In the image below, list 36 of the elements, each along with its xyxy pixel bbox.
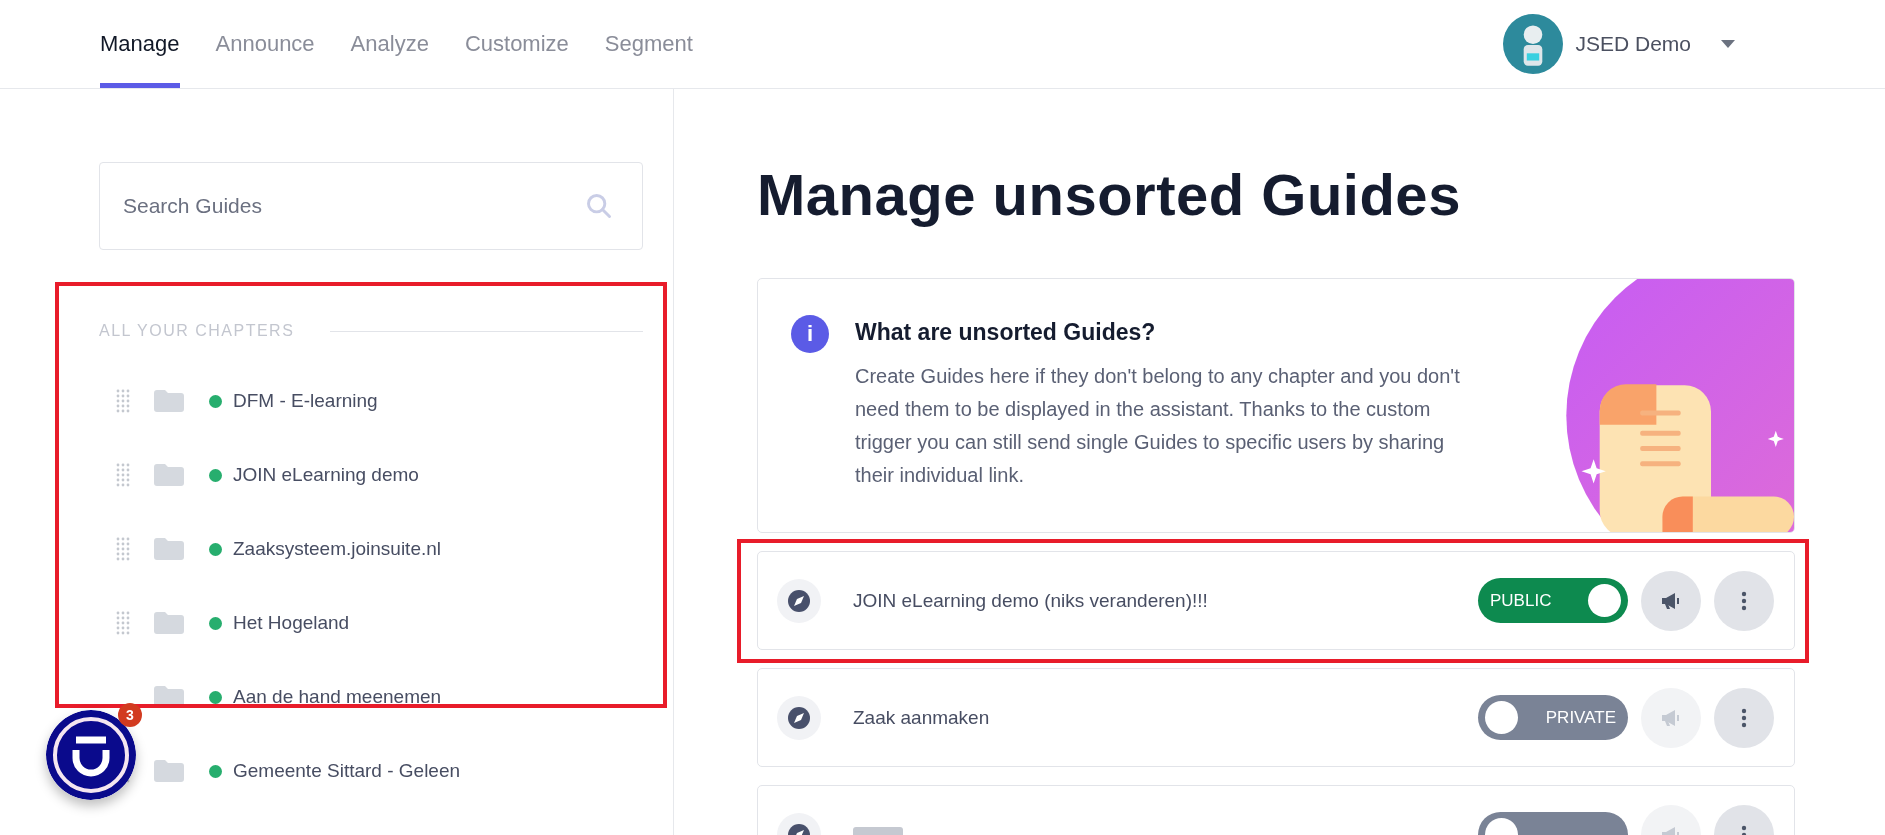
- guide-title[interactable]: Zaak aanmaken: [853, 706, 990, 729]
- chapter-title[interactable]: Gemeente Sittard - Geleen: [233, 760, 461, 782]
- section-title: ALL YOUR CHAPTERS: [99, 322, 295, 340]
- notification-badge: 3: [118, 703, 142, 727]
- folder-icon: [154, 464, 184, 486]
- drag-handle-icon[interactable]: [116, 536, 130, 562]
- caret-icon[interactable]: [1721, 40, 1735, 48]
- folder-icon: [154, 760, 184, 782]
- compass-icon: [777, 695, 821, 740]
- visibility-toggle[interactable]: PRIVATE: [1478, 695, 1628, 740]
- chapter-title[interactable]: JOIN eLearning demo: [233, 464, 419, 486]
- search-field[interactable]: Search Guides: [99, 162, 643, 250]
- help-launcher-icon[interactable]: [46, 710, 136, 800]
- info-icon: i: [791, 315, 829, 353]
- drag-handle-icon[interactable]: [116, 388, 130, 414]
- avatar-icon[interactable]: [1503, 14, 1564, 74]
- more-icon: [1741, 590, 1747, 611]
- visibility-toggle[interactable]: PUBLIC: [1478, 578, 1628, 623]
- search-icon: [585, 192, 613, 220]
- guide-title[interactable]: JOIN eLearning demo (niks veranderen)!!!: [853, 589, 1208, 612]
- folder-icon: [154, 612, 184, 634]
- info-heading: What are unsorted Guides?: [855, 319, 1157, 346]
- folder-icon: [154, 390, 184, 412]
- folder-icon: [154, 538, 184, 560]
- info-text: Create Guides here if they don't belong to any chapter and you don't need them to be displayed in the assistant. Thanks to the custom trigger you can still send single Guides to specific users by sharing their individual link.: [855, 364, 1461, 488]
- nav-tab[interactable]: Manage: [100, 0, 180, 88]
- compass-icon: [777, 578, 821, 623]
- chapter-title[interactable]: DFM - E-learning: [233, 390, 378, 412]
- chapter-title[interactable]: Aan de hand meenemen: [233, 686, 442, 708]
- drag-handle-icon[interactable]: [116, 462, 130, 488]
- page-title: Manage unsorted Guides: [757, 161, 1462, 228]
- more-icon: [1741, 707, 1747, 728]
- drag-handle-icon[interactable]: [116, 610, 130, 636]
- chapter-title[interactable]: Het Hogeland: [233, 612, 350, 634]
- account-name[interactable]: JSED Demo: [1575, 32, 1691, 56]
- chapter-title[interactable]: Zaaksysteem.joinsuite.nl: [233, 538, 442, 560]
